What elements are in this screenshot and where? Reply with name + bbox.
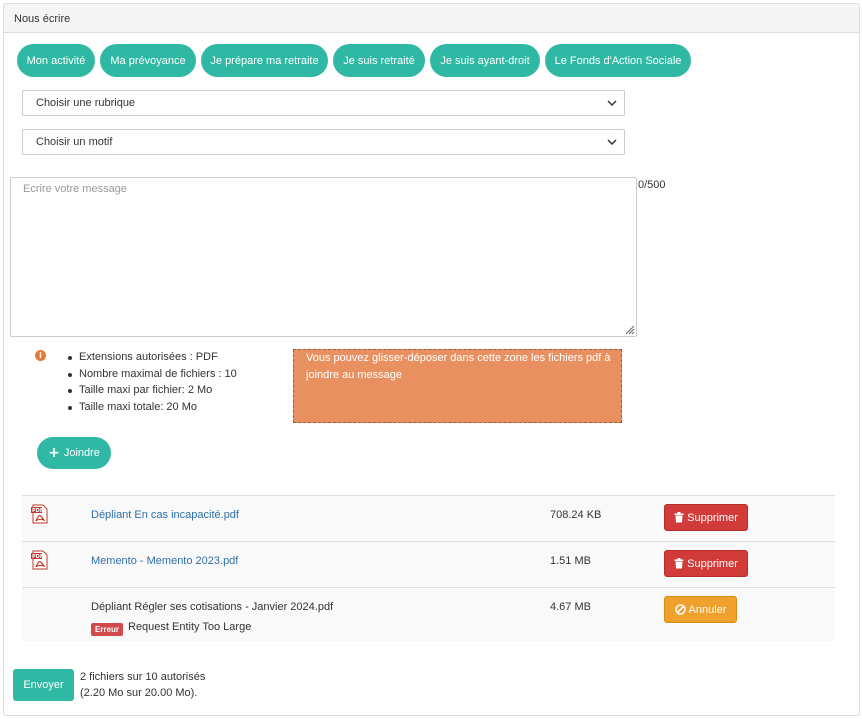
attached-files-table: PDF Dépliant En cas incapacité.pdf 708.2…	[22, 495, 835, 641]
tab-ma-prevoyance[interactable]: Ma prévoyance	[100, 44, 196, 77]
error-message: Request Entity Too Large	[128, 621, 252, 633]
send-button[interactable]: Envoyer	[13, 669, 74, 701]
chevron-down-icon	[607, 139, 617, 146]
svg-text:PDF: PDF	[32, 508, 43, 514]
upload-summary: 2 fichiers sur 10 autorisés (2.20 Mo sur…	[80, 669, 205, 701]
svg-text:PDF: PDF	[32, 554, 43, 560]
message-placeholder: Ecrire votre message	[23, 183, 127, 195]
chevron-down-icon	[607, 100, 617, 107]
join-file-label: Joindre	[63, 447, 100, 459]
summary-total-size: (2.20 Mo sur 20.00 Mo).	[80, 687, 198, 699]
join-file-button[interactable]: + Joindre	[37, 437, 111, 469]
tab-mon-activite[interactable]: Mon activité	[17, 44, 95, 77]
tab-je-suis-ayant-droit[interactable]: Je suis ayant-droit	[430, 44, 540, 77]
delete-file-label: Supprimer	[687, 557, 738, 570]
error-badge: Erreur	[91, 623, 124, 636]
delete-file-button[interactable]: Supprimer	[664, 504, 748, 531]
panel-title: Nous écrire	[4, 4, 859, 33]
motif-select[interactable]: Choisir un motif	[22, 129, 625, 155]
rule-item: Taille maxi totale: 20 Mo	[66, 401, 237, 418]
table-row: Dépliant Régler ses cotisations - Janvie…	[22, 588, 835, 641]
file-size: 4.67 MB	[550, 601, 591, 613]
trash-icon	[674, 512, 684, 523]
file-name-link[interactable]: Dépliant En cas incapacité.pdf	[91, 509, 239, 521]
character-counter: 0/500	[638, 179, 666, 191]
delete-file-label: Supprimer	[687, 511, 738, 524]
file-name-link[interactable]: Memento - Memento 2023.pdf	[91, 555, 238, 567]
tab-fonds-action-sociale[interactable]: Le Fonds d'Action Sociale	[545, 44, 691, 77]
rule-item: Nombre maximal de fichiers : 10	[66, 368, 237, 385]
cancel-upload-button[interactable]: Annuler	[664, 596, 737, 623]
pdf-file-icon: PDF	[31, 504, 48, 524]
rule-item: Extensions autorisées : PDF	[66, 351, 237, 368]
tab-je-prepare-ma-retraite[interactable]: Je prépare ma retraite	[201, 44, 328, 77]
file-size: 1.51 MB	[550, 555, 591, 567]
motif-select-value: Choisir un motif	[36, 136, 113, 148]
message-textarea[interactable]: Ecrire votre message	[10, 177, 637, 337]
ban-icon	[674, 604, 686, 615]
plus-icon: +	[48, 445, 60, 461]
table-row: PDF Dépliant En cas incapacité.pdf 708.2…	[22, 496, 835, 542]
table-row: PDF Memento - Memento 2023.pdf 1.51 MB S…	[22, 542, 835, 588]
upload-rules-list: Extensions autorisées : PDF Nombre maxim…	[66, 351, 237, 417]
trash-icon	[674, 558, 684, 569]
pdf-file-icon: PDF	[31, 550, 48, 570]
rubrique-select-value: Choisir une rubrique	[36, 97, 136, 109]
summary-files-count: 2 fichiers sur 10 autorisés	[80, 671, 206, 683]
rule-item: Taille maxi par fichier: 2 Mo	[66, 384, 237, 401]
resize-grip-icon[interactable]	[623, 323, 635, 335]
info-icon: i	[35, 350, 46, 361]
file-dropzone[interactable]: Vous pouvez glisser-déposer dans cette z…	[293, 349, 622, 423]
delete-file-button[interactable]: Supprimer	[664, 550, 748, 577]
tab-je-suis-retraite[interactable]: Je suis retraité	[333, 44, 425, 77]
rubrique-select[interactable]: Choisir une rubrique	[22, 90, 625, 116]
file-size: 708.24 KB	[550, 509, 602, 521]
cancel-upload-label: Annuler	[688, 603, 727, 616]
file-name: Dépliant Régler ses cotisations - Janvie…	[91, 601, 334, 613]
